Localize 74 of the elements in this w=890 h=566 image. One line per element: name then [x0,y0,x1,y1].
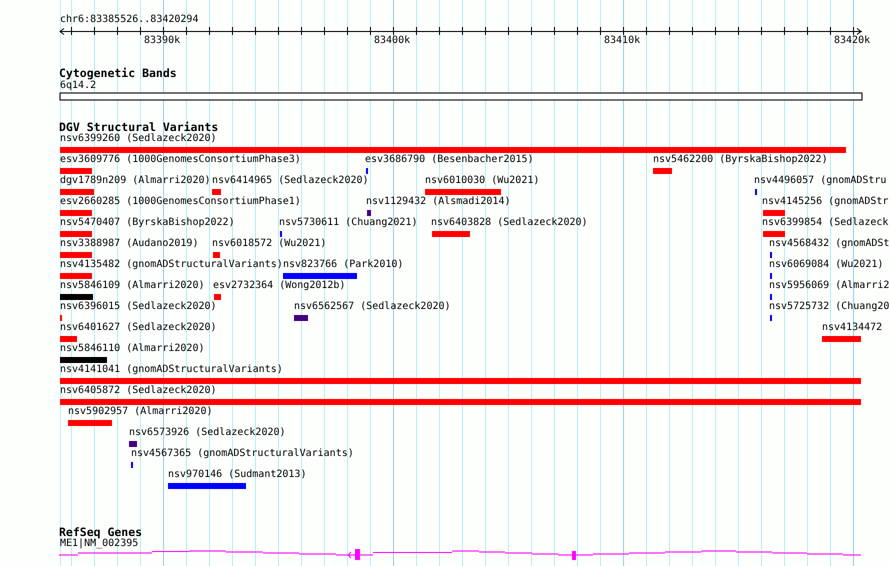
variant-bar[interactable] [60,210,92,216]
variant-bar[interactable] [129,441,137,447]
variant-bar[interactable] [212,189,221,195]
track-title: DGV Structural Variants [59,120,218,134]
variant-bar[interactable] [432,231,470,237]
variant-label[interactable]: nsv5846110 (Almarri2020) [60,343,204,355]
gene-drawing[interactable] [58,549,862,560]
variant-bar[interactable] [763,210,785,216]
variant-label[interactable]: nsv6405872 (Sedlazeck2020) [60,385,217,397]
variant-label[interactable]: nsv6414965 (Sedlazeck2020) [212,175,369,187]
variant-bar[interactable] [60,273,92,279]
variant-label[interactable]: nsv6573926 (Sedlazeck2020) [129,427,286,439]
band-label: 6q14.2 [60,80,96,92]
ruler-label: 83390k [144,35,180,47]
variant-bar[interactable] [60,168,92,174]
ruler-label: 83400k [374,35,410,47]
variant-label[interactable]: nsv5730611 (Chuang2021) [279,217,418,229]
variant-label[interactable]: nsv6018572 (Wu2021) [212,238,326,250]
track-title: Cytogenetic Bands [59,66,177,80]
variant-bar[interactable] [653,168,672,174]
variant-label[interactable]: nsv4496057 (gnomADStru [754,175,886,187]
variant-bar[interactable] [60,252,92,258]
variant-bar[interactable] [168,483,246,489]
variant-label[interactable]: nsv6399260 (Sedlazeck2020) [60,133,217,145]
variant-label[interactable]: nsv5902957 (Almarri2020) [68,406,212,418]
variant-label[interactable]: nsv5725732 (Chuang20 [769,301,890,313]
variant-label[interactable]: nsv3388987 (Audano2019) [60,238,198,250]
variant-bar[interactable] [60,189,94,195]
variant-label[interactable]: esv2660285 (1000GenomesConsortiumPhase1) [60,196,301,208]
variant-label[interactable]: nsv4135482 (gnomADStructuralVariants) [60,259,283,271]
variant-label[interactable]: nsv4568432 (gnomADSt [769,238,890,250]
variant-label[interactable]: nsv6396015 (Sedlazeck2020) [60,301,217,313]
variant-bar[interactable] [60,378,861,384]
ruler-label: 83420k [834,35,870,47]
variant-label[interactable]: nsv6399854 (Sedlazeck [762,217,888,229]
gene-label: ME1|NM_002395 [60,538,138,550]
variant-label[interactable]: nsv6069084 (Wu2021) [769,259,884,271]
variant-bar[interactable] [213,252,220,258]
variant-label[interactable]: nsv970146 (Sudmant2013) [168,469,306,481]
variant-bar[interactable] [60,294,93,300]
variant-label[interactable]: nsv6010030 (Wu2021) [425,175,540,187]
variant-label[interactable]: nsv1129432 (Alsmadi2014) [366,196,510,208]
variant-label[interactable]: nsv5846109 (Almarri2020) [60,280,204,292]
variant-label[interactable]: nsv4567365 (gnomADStructuralVariants) [131,448,354,460]
variant-label[interactable]: dgv1789n209 (Almarri2020) [60,175,211,187]
variant-bar[interactable] [60,399,861,405]
variant-label[interactable]: nsv6403828 (Sedlazeck2020) [431,217,588,229]
variant-label[interactable]: nsv4145256 (gnomADStr [762,196,888,208]
variant-bar[interactable] [60,147,846,153]
variant-label[interactable]: nsv5470407 (ByrskaBishop2022) [60,217,235,229]
variant-label[interactable]: esv2732364 (Wong2012b) [213,280,346,292]
variant-label[interactable]: nsv5462200 (ByrskaBishop2022) [653,154,828,166]
variant-label[interactable]: nsv4134472 [822,322,882,334]
variant-bar[interactable] [425,189,501,195]
variant-label[interactable]: nsv5956069 (Almarri2 [769,280,890,292]
ruler-label: 83410k [604,35,640,47]
variant-bar[interactable] [294,315,308,321]
variant-bar[interactable] [763,231,785,237]
variant-label[interactable]: nsv823766 (Park2010) [283,259,404,271]
variant-bar[interactable] [367,210,371,216]
variant-bar[interactable] [214,294,221,300]
variant-bar[interactable] [60,231,92,237]
variant-label[interactable]: esv3609776 (1000GenomesConsortiumPhase3) [60,154,301,166]
variant-label[interactable]: esv3686790 (Besenbacher2015) [365,154,534,166]
variant-label[interactable]: nsv6562567 (Sedlazeck2020) [294,301,451,313]
track-title: RefSeq Genes [59,525,142,539]
variant-bar[interactable] [283,273,357,279]
variant-bar[interactable] [60,357,107,363]
variant-bar[interactable] [822,336,861,342]
variant-label[interactable]: nsv4141041 (gnomADStructuralVariants) [60,364,283,376]
variant-label[interactable]: nsv6401627 (Sedlazeck2020) [60,322,217,334]
variant-bar[interactable] [60,336,77,342]
location-label: chr6:83385526..83420294 [60,14,198,26]
variant-bar[interactable] [68,420,112,426]
